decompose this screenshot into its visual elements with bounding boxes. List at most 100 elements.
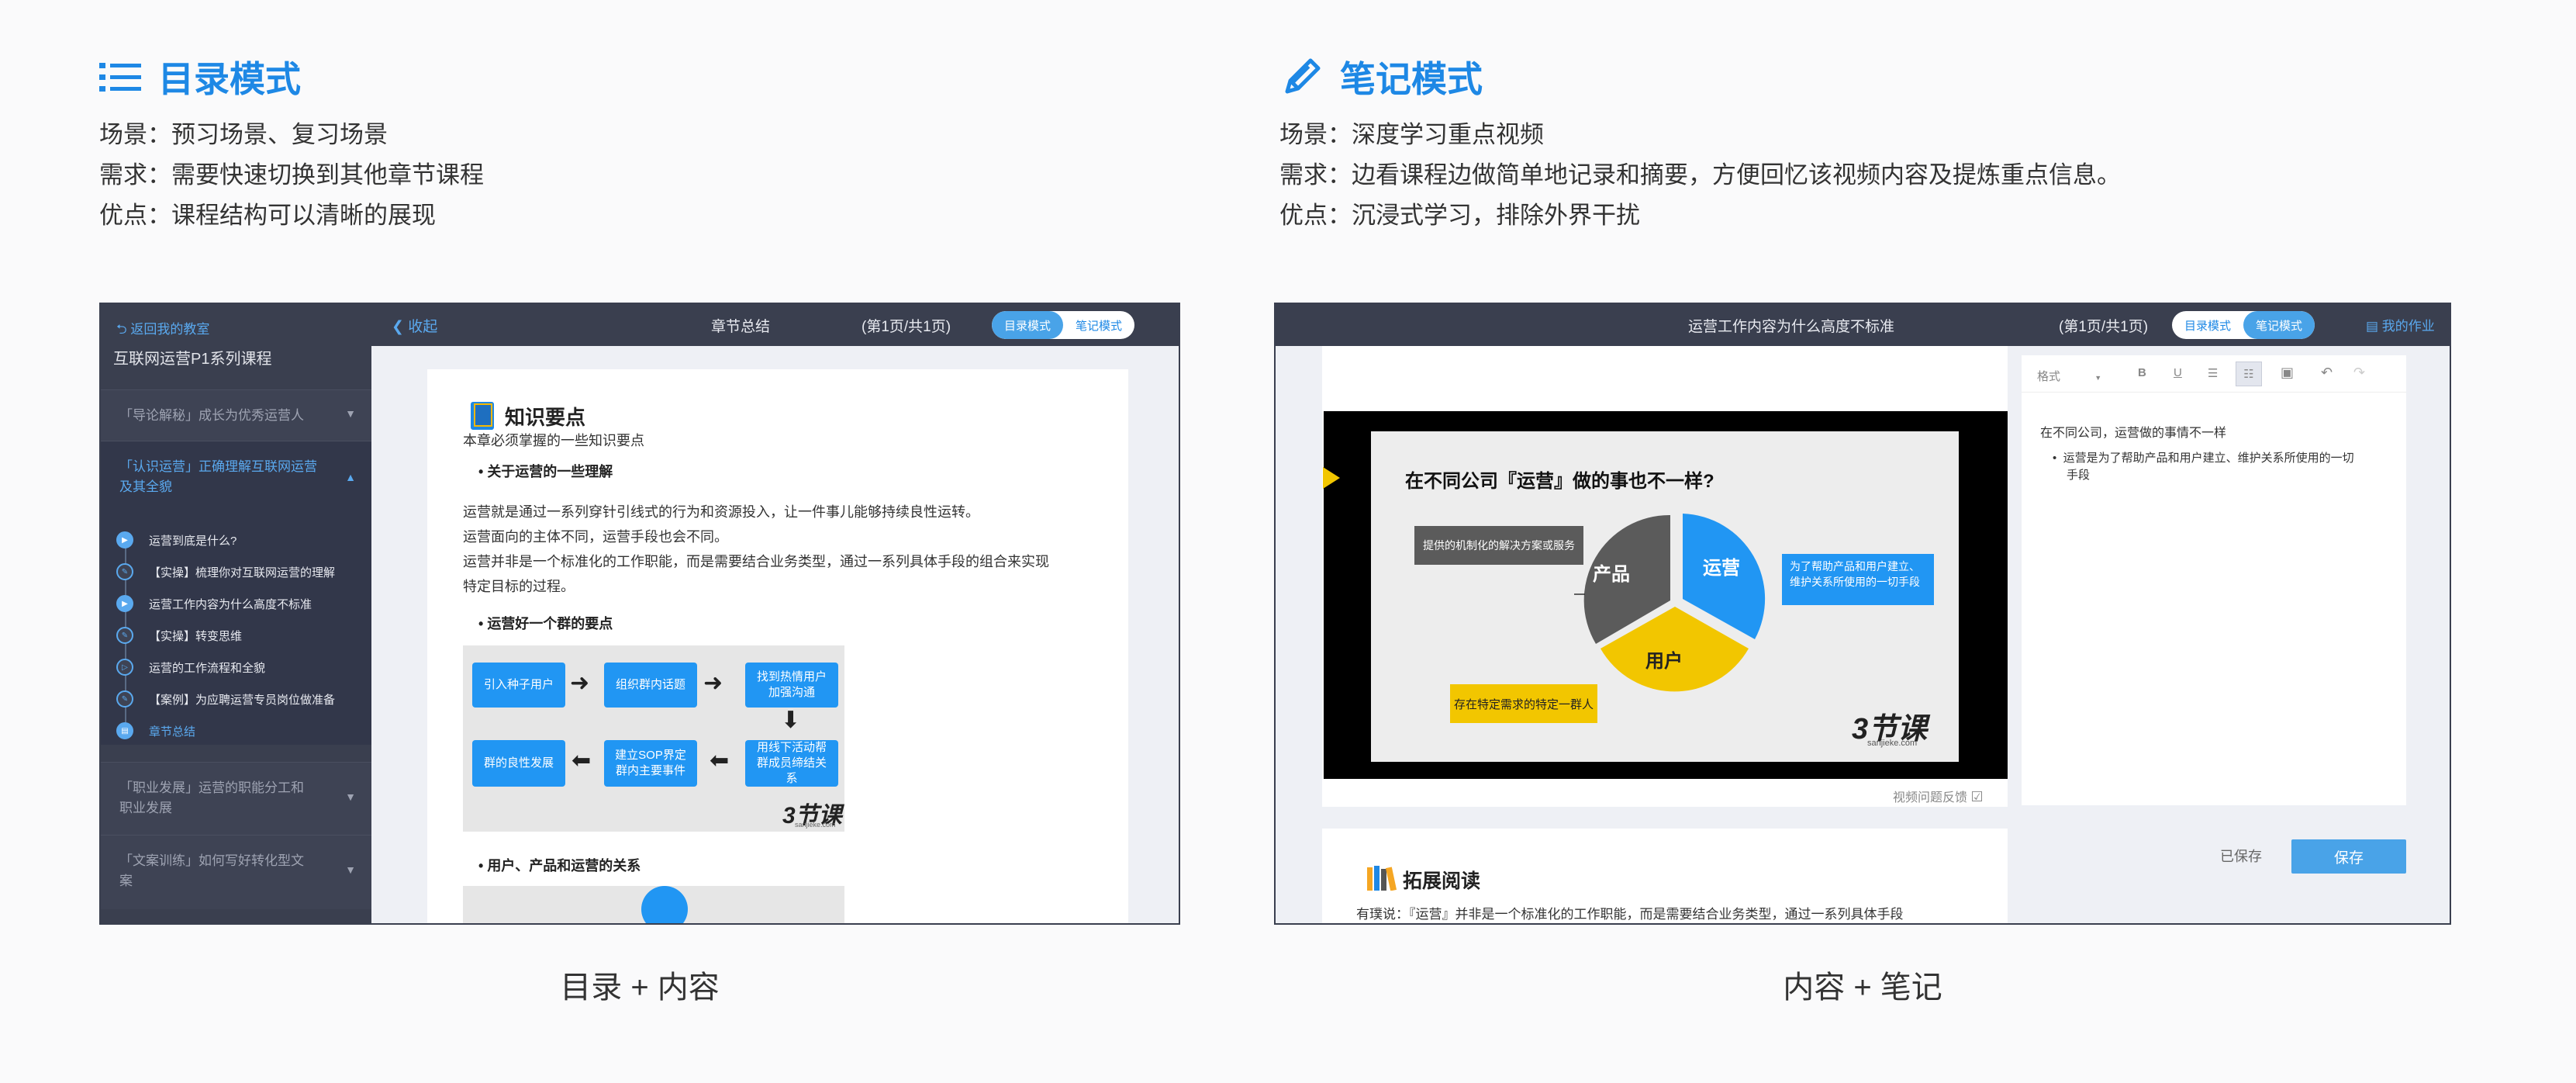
chevron-up-icon: ▲	[345, 471, 356, 483]
chevron-down-icon: ▼	[345, 791, 356, 803]
lesson-item[interactable]: ✎ 【案例】为应聘运营专员岗位做准备	[116, 687, 335, 711]
bullet-heading: • 关于运营的一些理解	[478, 464, 613, 479]
notes-need: 需求：边看课程边做简单地记录和摘要，方便回忆该视频内容及提炼重点信息。	[1279, 161, 2121, 189]
notes-mode-title: 笔记模式	[1340, 59, 1483, 99]
lesson-item[interactable]: ▶ 运营到底是什么?	[116, 528, 237, 552]
catalog-advantage: 优点：课程结构可以清晰的展现	[99, 202, 436, 229]
sidebar-section-intro[interactable]: 「导论解秘」成长为优秀运营人 ▼	[101, 389, 371, 441]
edit-icon: ✎	[116, 690, 133, 708]
section-title-text: 「认识运营」正确理解互联网运营及其全貌	[119, 459, 317, 494]
pie-label-product: 产品	[1593, 564, 1630, 585]
back-link-label: 返回我的教室	[130, 322, 210, 337]
bullet-text: 用户、产品和运营的关系	[487, 858, 641, 874]
redo-icon[interactable]: ↷	[2353, 365, 2365, 381]
section-title: 「文案训练」如何写好转化型文案	[119, 851, 313, 891]
bold-button[interactable]: B	[2138, 366, 2146, 379]
note-editor: 格式 ▼ B U ☰ ☷ ▣ ↶ ↷ 在不同公司，运营做的事情不一样 • 运营是…	[2022, 355, 2406, 805]
lesson-label: 运营工作内容为什么高度不标准	[149, 597, 313, 611]
lesson-label: 运营到底是什么?	[149, 534, 237, 548]
books-icon	[1367, 866, 1397, 891]
catalog-mode-tab[interactable]: 目录模式	[2172, 311, 2243, 339]
bullet-heading: • 运营好一个群的要点	[478, 616, 613, 631]
flow-step: 组织群内话题	[604, 663, 697, 708]
bullet-heading: • 用户、产品和运营的关系	[478, 858, 641, 874]
lesson-item[interactable]: ▶ 运营工作内容为什么高度不标准	[116, 592, 312, 615]
notes-advantage: 优点：沉浸式学习，排除外界干扰	[1279, 202, 1640, 229]
book-icon	[471, 402, 494, 430]
content-paragraph: 运营就是通过一系列穿针引线式的行为和资源投入，让一件事儿能够持续良性运转。	[463, 504, 979, 520]
ordered-list-icon[interactable]: ☰	[2208, 366, 2218, 380]
format-select[interactable]: 格式 ▼	[2037, 368, 2101, 384]
slide-marker-icon	[1323, 467, 1340, 489]
note-bullet[interactable]: • 运营是为了帮助产品和用户建立、维护关系所使用的一切 手段	[2053, 450, 2394, 484]
flow-step: 群的良性发展	[472, 740, 565, 787]
lesson-item-current[interactable]: ▤ 章节总结	[116, 719, 195, 742]
list-icon	[99, 63, 141, 92]
edit-icon: ✎	[116, 563, 133, 580]
extended-reading-panel: 拓展阅读 有璞说：『运营』并非是一个标准化的工作职能，而是需要结合业务类型，通过…	[1322, 829, 2008, 923]
arrow-left-icon: ⬅	[710, 748, 730, 773]
lesson-item[interactable]: ✎ 【实操】梳理你对互联网运营的理解	[116, 560, 335, 583]
knowledge-heading: 知识要点	[505, 406, 586, 429]
catalog-mode-tab[interactable]: 目录模式	[992, 311, 1064, 339]
collapse-label: 收起	[408, 319, 438, 335]
relation-diagram-preview	[463, 886, 844, 923]
notes-mode-tab[interactable]: 笔记模式	[1063, 311, 1134, 339]
back-to-classroom-link[interactable]: ⮌ 返回我的教室	[116, 318, 209, 342]
document-icon: ▤	[116, 722, 133, 739]
underline-button[interactable]: U	[2174, 366, 2182, 379]
catalog-mode-description: 场景：预习场景、复习场景 需求：需要快速切换到其他章节课程 优点：课程结构可以清…	[99, 115, 484, 236]
homework-link[interactable]: ▤ 我的作业	[2366, 315, 2435, 334]
slide-title: 在不同公司『运营』做的事也不一样?	[1405, 471, 1714, 492]
section-title: 「认识运营」正确理解互联网运营及其全貌	[119, 457, 321, 497]
section-title-text: 「职业发展」运营的职能分工和职业发展	[119, 780, 304, 815]
saved-status: 已保存	[2220, 849, 2262, 864]
note-text-line[interactable]: 在不同公司，运营做的事情不一样	[2040, 422, 2226, 441]
lesson-label: 运营的工作流程和全貌	[149, 661, 266, 675]
caret-down-icon: ▼	[2094, 374, 2102, 382]
group-ops-flowchart: 引入种子用户 ➜ 组织群内话题 ➜ 找到热情用户加强沟通 ⬇ 用线下活动帮群成员…	[463, 645, 844, 832]
knowledge-intro: 本章必须掌握的一些知识要点	[463, 433, 644, 448]
undo-icon[interactable]: ↶	[2321, 365, 2333, 381]
extended-reading-text: 有璞说：『运营』并非是一个标准化的工作职能，而是需要结合业务类型，通过一系列具体…	[1356, 907, 1904, 922]
lesson-item[interactable]: ✎ 【实操】转变思维	[116, 624, 242, 647]
chevron-down-icon: ▼	[345, 407, 356, 420]
bullet-text: 运营好一个群的要点	[487, 616, 613, 631]
collapse-button[interactable]: ❮ 收起	[392, 315, 437, 336]
image-icon[interactable]: ▣	[2281, 365, 2294, 381]
flow-step: 引入种子用户	[472, 663, 565, 708]
content-topbar: ❮ 收起 章节总结 (第1页/共1页) 目录模式 笔记模式	[371, 304, 1179, 346]
save-button[interactable]: 保存	[2291, 839, 2406, 874]
chapter-content: 知识要点 本章必须掌握的一些知识要点 • 关于运营的一些理解 运营就是通过一系列…	[427, 369, 1128, 923]
lesson-label: 章节总结	[149, 725, 196, 739]
notes-topbar: 运营工作内容为什么高度不标准 (第1页/共1页) 目录模式 笔记模式 ▤ 我的作…	[1276, 304, 2450, 346]
sidebar-section-career[interactable]: 「职业发展」运营的职能分工和职业发展 ▼	[101, 762, 371, 835]
pen-icon	[1285, 58, 1321, 94]
notes-mode-description: 场景：深度学习重点视频 需求：边看课程边做简单地记录和摘要，方便回忆该视频内容及…	[1279, 115, 2121, 236]
arrow-right-icon: ➜	[570, 670, 590, 696]
unordered-list-icon[interactable]: ☷	[2236, 362, 2262, 386]
notes-mode-tab[interactable]: 笔记模式	[2243, 311, 2315, 339]
flow-step: 用线下活动帮群成员缔结关系	[745, 740, 838, 787]
lesson-title: 运营工作内容为什么高度不标准	[1688, 319, 1895, 335]
sidebar-section-understand-ops[interactable]: 「认识运营」正确理解互联网运营及其全貌 ▲ ▶ 运营到底是什么? ✎ 【实操】梳理你…	[101, 441, 371, 745]
notes-scene: 场景：深度学习重点视频	[1279, 121, 1544, 148]
edit-icon: ✎	[116, 627, 133, 644]
lesson-item[interactable]: ▷ 运营的工作流程和全貌	[116, 656, 265, 679]
return-icon: ⮌	[116, 322, 131, 337]
mode-toggle: 目录模式 笔记模式	[992, 311, 1135, 339]
relation-pie-chart	[1574, 514, 1766, 692]
course-sidebar: ⮌ 返回我的教室 互联网运营P1系列课程 「导论解秘」成长为优秀运营人 ▼ 「认…	[101, 304, 371, 923]
pie-label-user: 用户	[1645, 651, 1683, 672]
course-name: 互联网运营P1系列课程	[113, 351, 272, 368]
page-info: (第1页/共1页)	[2059, 319, 2149, 335]
chapter-title: 章节总结	[711, 319, 771, 335]
video-feedback-link[interactable]: 视频问题反馈 ☑	[1893, 787, 1984, 805]
flow-step: 找到热情用户加强沟通	[745, 663, 838, 708]
logo-url: sanjieke.com	[795, 821, 836, 829]
notes-mode-heading: 笔记模式	[1281, 51, 1483, 102]
catalog-mode-screenshot: ⮌ 返回我的教室 互联网运营P1系列课程 「导论解秘」成长为优秀运营人 ▼ 「认…	[99, 303, 1180, 925]
extended-reading-title: 拓展阅读	[1403, 870, 1481, 892]
format-label: 格式	[2037, 370, 2061, 383]
sidebar-section-copywriting[interactable]: 「文案训练」如何写好转化型文案 ▼	[101, 835, 371, 909]
